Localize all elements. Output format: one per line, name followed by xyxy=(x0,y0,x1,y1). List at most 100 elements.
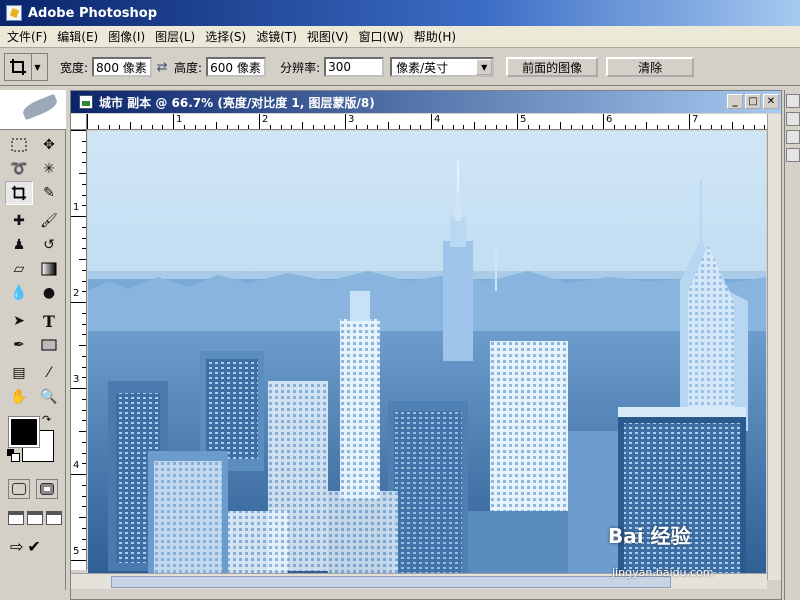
ruler-tick xyxy=(689,114,690,129)
toolbox-header[interactable] xyxy=(0,90,66,130)
feather-logo-icon xyxy=(20,93,60,121)
swap-colors-icon[interactable]: ↷ xyxy=(42,413,51,426)
horizontal-scroll-thumb[interactable] xyxy=(111,575,671,588)
ruler-label: 5 xyxy=(520,114,527,125)
full-screen-mode-icon[interactable] xyxy=(46,511,62,525)
marquee-tool-icon[interactable] xyxy=(5,133,33,157)
zoom-tool-icon[interactable]: 🔍 xyxy=(35,385,63,409)
menu-window[interactable]: 窗口(W) xyxy=(353,28,408,45)
ruler-tick xyxy=(82,506,86,508)
front-image-button[interactable]: 前面的图像 xyxy=(506,57,599,77)
ruler-tick xyxy=(82,312,86,314)
jump-to-imageready-icon[interactable]: ⇨ xyxy=(10,537,23,556)
ruler-label: 1 xyxy=(176,114,183,125)
ruler-label: 5 xyxy=(73,546,80,557)
ruler-tick xyxy=(82,226,86,228)
resolution-label: 分辨率: xyxy=(280,60,321,75)
maximize-button[interactable]: □ xyxy=(745,94,761,109)
ruler-tick xyxy=(323,125,325,129)
ruler-label: 4 xyxy=(434,114,441,125)
brush-tool-icon[interactable]: 🖌 xyxy=(35,209,63,233)
ruler-label: 3 xyxy=(348,114,355,125)
ruler-tick xyxy=(538,125,540,129)
toolbox: ✥ ➰ ✳ ✎ ✚ 🖌 ♟ ↺ ▱ 💧 ● ➤ T ✒ ▤ ⁄ ✋ 🔍 ↷ ⇨ … xyxy=(0,90,66,590)
height-input[interactable] xyxy=(206,57,267,77)
magic-wand-tool-icon[interactable]: ✳ xyxy=(35,157,63,181)
clone-stamp-tool-icon[interactable]: ♟ xyxy=(5,233,33,257)
eyedropper-tool-icon[interactable]: ⁄ xyxy=(35,361,63,385)
menu-layer[interactable]: 图层(L) xyxy=(150,28,200,45)
ruler-tick xyxy=(248,125,250,129)
tool-preset-picker[interactable]: ▼ xyxy=(4,53,48,81)
imageready-icon[interactable]: ✔ xyxy=(27,537,40,556)
menu-filter[interactable]: 滤镜(T) xyxy=(251,28,302,45)
pen-tool-icon[interactable]: ✒ xyxy=(5,333,33,357)
width-input[interactable] xyxy=(92,57,153,77)
minimize-button[interactable]: _ xyxy=(727,94,743,109)
standard-mode-button[interactable] xyxy=(8,479,30,499)
resolution-unit-value: 像素/英寸 xyxy=(396,60,449,75)
ruler-tick xyxy=(82,205,86,207)
path-selection-tool-icon[interactable]: ➤ xyxy=(5,309,33,333)
standard-screen-mode-icon[interactable] xyxy=(8,511,24,525)
crop-tool-icon[interactable] xyxy=(5,181,33,205)
ruler-origin[interactable] xyxy=(71,114,87,130)
ruler-tick xyxy=(237,125,239,129)
close-button[interactable]: ✕ xyxy=(763,94,779,109)
dodge-tool-icon[interactable]: ● xyxy=(35,281,63,305)
healing-brush-tool-icon[interactable]: ✚ xyxy=(5,209,33,233)
menu-file[interactable]: 文件(F) xyxy=(2,28,52,45)
notes-tool-icon[interactable]: ▤ xyxy=(5,361,33,385)
palette-toggle-button[interactable] xyxy=(786,130,800,144)
history-brush-tool-icon[interactable]: ↺ xyxy=(35,233,63,257)
ruler-tick xyxy=(366,125,368,129)
default-colors-icon[interactable] xyxy=(7,449,20,462)
menu-help[interactable]: 帮助(H) xyxy=(409,28,461,45)
rectangle-tool-icon[interactable] xyxy=(35,333,63,357)
image-canvas[interactable] xyxy=(88,131,766,573)
hand-tool-icon[interactable]: ✋ xyxy=(5,385,33,409)
horizontal-ruler[interactable]: 12345678 xyxy=(87,114,767,130)
ruler-tick xyxy=(82,398,86,400)
palette-toggle-button[interactable] xyxy=(786,112,800,126)
ruler-tick xyxy=(506,125,508,129)
menu-select[interactable]: 选择(S) xyxy=(200,28,251,45)
document-title-bar[interactable]: 城市 副本 @ 66.7% (亮度/对比度 1, 图层蒙版/8) _ □ ✕ xyxy=(71,91,781,113)
ruler-tick xyxy=(592,125,594,129)
blur-tool-icon[interactable]: 💧 xyxy=(5,281,33,305)
palette-toggle-button[interactable] xyxy=(786,148,800,162)
ruler-tick xyxy=(463,125,465,129)
lasso-tool-icon[interactable]: ➰ xyxy=(5,157,33,181)
watermark-brand: Bai 经验 xyxy=(608,524,691,548)
ruler-tick xyxy=(82,463,86,465)
swap-dimensions-icon[interactable]: ⇄ xyxy=(152,60,172,75)
gradient-tool-icon[interactable] xyxy=(35,257,63,281)
vertical-ruler[interactable]: 1 2 3 4 5 xyxy=(71,130,87,570)
clear-button[interactable]: 清除 xyxy=(606,57,695,77)
type-tool-icon[interactable]: T xyxy=(35,309,63,333)
ruler-tick xyxy=(764,125,766,129)
ruler-label: 2 xyxy=(73,288,80,299)
slice-tool-icon[interactable]: ✎ xyxy=(35,181,63,205)
resolution-unit-select[interactable]: 像素/英寸 ▼ xyxy=(390,57,495,77)
ruler-tick xyxy=(732,122,733,129)
eraser-tool-icon[interactable]: ▱ xyxy=(5,257,33,281)
menu-edit[interactable]: 编辑(E) xyxy=(52,28,103,45)
palette-dock-strip xyxy=(784,90,800,600)
menu-view[interactable]: 视图(V) xyxy=(302,28,354,45)
resolution-input[interactable] xyxy=(324,57,385,77)
menu-image[interactable]: 图像(I) xyxy=(103,28,150,45)
vertical-scrollbar[interactable] xyxy=(767,114,781,580)
chevron-down-icon: ▼ xyxy=(476,59,493,75)
ruler-tick xyxy=(140,125,142,129)
quick-mask-mode-button[interactable] xyxy=(36,479,58,499)
move-tool-icon[interactable]: ✥ xyxy=(35,133,63,157)
foreground-color-swatch[interactable] xyxy=(8,416,40,448)
ruler-tick xyxy=(474,122,475,129)
color-swatches: ↷ xyxy=(0,413,65,469)
ruler-tick xyxy=(495,125,497,129)
ruler-tick xyxy=(441,125,443,129)
full-screen-menu-mode-icon[interactable] xyxy=(27,511,43,525)
palette-toggle-button[interactable] xyxy=(786,94,800,108)
city-skyline-image xyxy=(88,131,766,573)
